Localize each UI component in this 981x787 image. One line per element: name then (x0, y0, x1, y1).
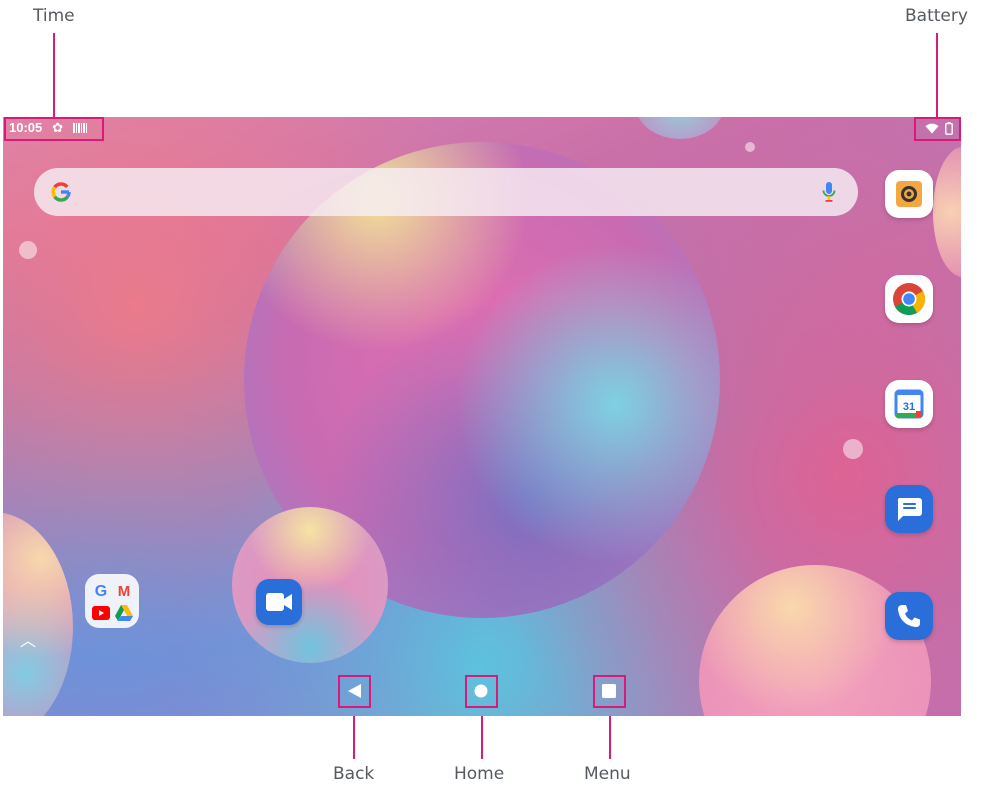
callout-label-home: Home (454, 764, 505, 784)
duo-app-icon[interactable] (256, 579, 302, 625)
mic-icon[interactable] (822, 181, 836, 203)
callout-label-menu: Menu (584, 764, 631, 784)
callout-line-time (53, 33, 55, 117)
camera-app-icon[interactable] (885, 170, 933, 218)
chevron-up-icon[interactable]: ︿ (20, 627, 36, 651)
status-bar[interactable]: 10:05 ✿ (3, 117, 961, 141)
google-apps-folder[interactable]: G M (85, 574, 139, 628)
google-search-bar[interactable] (34, 168, 858, 216)
callout-line-battery (936, 33, 938, 117)
gmail-app-letter: M (117, 583, 130, 600)
wallpaper-bubble (3, 512, 73, 716)
wallpaper-bubble (699, 565, 931, 716)
highlight-box-menu (593, 675, 626, 708)
phone-app-icon[interactable] (885, 592, 933, 640)
gmail-app-icon: M (113, 579, 134, 600)
highlight-box-home (465, 675, 498, 708)
wallpaper-dot (843, 439, 863, 459)
tablet-home-screen: 10:05 ✿ 31 G M ︿ (3, 117, 961, 716)
youtube-app-icon (90, 602, 111, 623)
calendar-app-icon[interactable]: 31 (885, 380, 933, 428)
callout-label-time: Time (33, 6, 75, 26)
drive-app-icon (113, 602, 134, 623)
highlight-box-battery (914, 117, 961, 141)
messages-app-icon[interactable] (885, 485, 933, 533)
calendar-day: 31 (903, 401, 915, 413)
chrome-app-icon[interactable] (885, 275, 933, 323)
highlight-box-back (338, 675, 371, 708)
callout-label-battery: Battery (905, 6, 968, 26)
callout-label-back: Back (333, 764, 375, 784)
google-app-icon: G (90, 579, 111, 600)
wallpaper-bubble (232, 507, 388, 663)
highlight-box-time (4, 117, 104, 141)
google-logo-icon (51, 182, 71, 202)
wallpaper-dot (745, 142, 755, 152)
google-app-letter: G (94, 583, 106, 600)
wallpaper-bubble (933, 147, 961, 277)
wallpaper-dot (19, 241, 37, 259)
